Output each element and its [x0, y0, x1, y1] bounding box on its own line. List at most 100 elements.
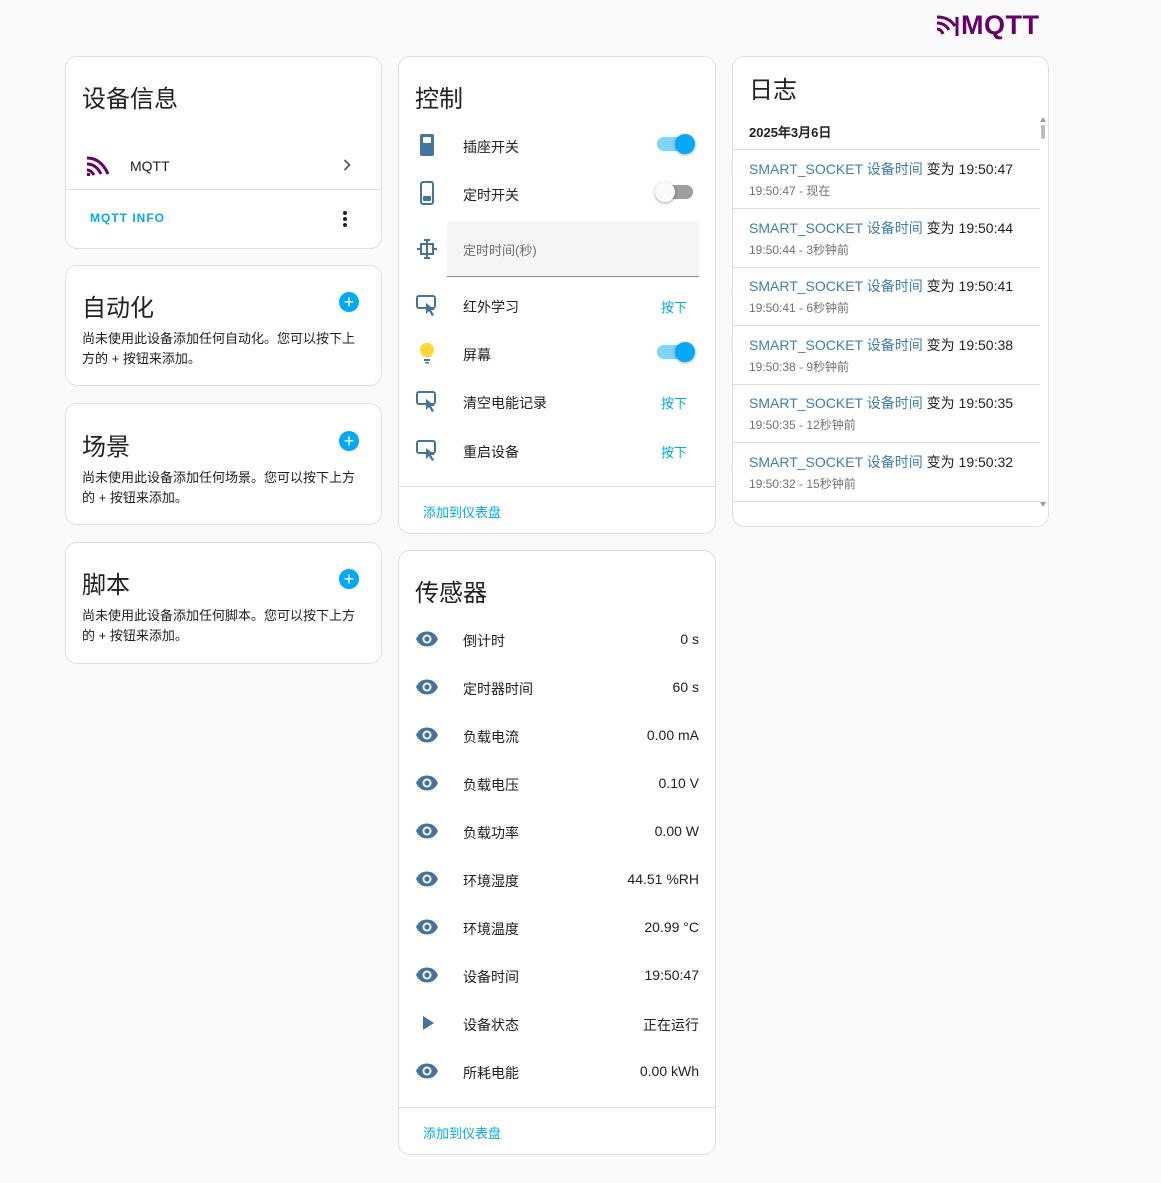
log-entry: SMART_SOCKET 设备时间 变为 19:50:35 19:50:35 - … [733, 384, 1040, 443]
control-name: 插座开关 [463, 139, 519, 155]
controls-title: 控制 [415, 86, 463, 113]
log-entity-link[interactable]: SMART_SOCKET 设备时间 [749, 220, 923, 236]
log-entry: SMART_SOCKET 设备时间 变为 19:50:47 19:50:47 - … [733, 150, 1040, 209]
controls-card: 控制 插座开关 定时开关 定时时间(秒) 红外学习 按下 屏幕 清空电能记录 按… [398, 56, 716, 534]
sensor-row[interactable]: 环境湿度 44.51 %RH [399, 859, 715, 899]
logbook-title: 日志 [749, 77, 797, 104]
ir-learn-press-button[interactable]: 按下 [661, 297, 687, 316]
add-scene-button[interactable]: + [339, 431, 359, 451]
automation-card: 自动化 + 尚未使用此设备添加任何自动化。您可以按下上方的 + 按钮来添加。 [65, 265, 382, 386]
sensor-row[interactable]: 所耗电能 0.00 kWh [399, 1051, 715, 1091]
add-automation-button[interactable]: + [339, 292, 359, 312]
log-change-text: 变为 19:50:41 [926, 278, 1014, 294]
control-row-socket-switch: 插座开关 [399, 125, 715, 165]
sensor-name: 设备时间 [463, 969, 519, 985]
log-entry: SMART_SOCKET 设备时间 变为 19:50:44 19:50:44 - … [733, 209, 1040, 268]
play-icon [423, 1016, 434, 1030]
log-entry-time: 19:50:47 - 现在 [749, 184, 831, 198]
sensor-value: 0.00 mA [646, 727, 699, 743]
sensor-name: 倒计时 [463, 633, 505, 649]
log-entry-message: SMART_SOCKET 设备时间 变为 19:50:32 [749, 452, 1013, 472]
toggle-knob [675, 134, 695, 154]
sensor-row[interactable]: 定时器时间 60 s [399, 667, 715, 707]
mqtt-info-button[interactable]: MQTT INFO [90, 211, 165, 225]
log-entity-link[interactable]: SMART_SOCKET 设备时间 [749, 454, 923, 470]
divider [66, 189, 381, 190]
log-entity-link[interactable]: SMART_SOCKET 设备时间 [749, 161, 923, 177]
socket-icon [420, 134, 434, 156]
sensor-name: 环境湿度 [463, 873, 519, 889]
eye-icon [416, 823, 438, 839]
sensor-value: 60 s [672, 679, 699, 695]
sensor-row[interactable]: 设备时间 19:50:47 [399, 955, 715, 995]
log-change-text: 变为 19:50:38 [926, 336, 1014, 353]
mqtt-logo: MQTT [935, 10, 1039, 41]
sensor-row[interactable]: 环境温度 20.99 °C [399, 907, 715, 947]
log-change-text: 变为 19:50:47 [926, 161, 1014, 177]
sensor-row[interactable]: 设备状态 正在运行 [399, 1003, 715, 1043]
sensor-value: 0.00 W [654, 823, 699, 839]
log-entity-link[interactable]: SMART_SOCKET 设备时间 [749, 395, 923, 411]
integration-row[interactable]: MQTT [66, 143, 381, 189]
log-entry-message: SMART_SOCKET 设备时间 变为 19:50:44 [749, 218, 1013, 238]
log-change-text: 变为 19:50:32 [926, 453, 1014, 470]
restart-press-button[interactable]: 按下 [661, 442, 687, 461]
sensor-value: 0.10 V [658, 775, 699, 791]
log-entry-time: 19:50:41 - 6秒钟前 [749, 301, 850, 315]
control-name: 重启设备 [463, 444, 519, 460]
log-entry: SMART_SOCKET 设备时间 变为 19:50:38 19:50:38 - … [733, 326, 1040, 385]
sensor-row[interactable]: 负载功率 0.00 W [399, 811, 715, 851]
control-name: 定时开关 [463, 187, 519, 203]
sensor-value: 19:50:47 [644, 967, 700, 983]
sensor-row[interactable]: 负载电流 0.00 mA [399, 715, 715, 755]
sensor-value: 20.99 °C [644, 919, 699, 935]
device-info-card: 设备信息 MQTT MQTT INFO [65, 56, 382, 249]
eye-icon [416, 967, 438, 983]
mqtt-brand-icon [936, 15, 959, 36]
scenes-description: 尚未使用此设备添加任何场景。您可以按下上方的 + 按钮来添加。 [82, 470, 356, 505]
log-entry: SMART_SOCKET 设备时间 变为 19:50:32 19:50:32 - … [733, 443, 1040, 502]
sensors-title: 传感器 [415, 580, 487, 607]
eye-icon [416, 631, 438, 647]
screen-toggle[interactable] [657, 342, 695, 362]
scripts-description: 尚未使用此设备添加任何脚本。您可以按下上方的 + 按钮来添加。 [82, 608, 356, 643]
add-script-button[interactable]: + [339, 569, 359, 589]
log-change-text: 变为 19:50:44 [926, 219, 1014, 236]
gesture-tap-button-icon [416, 440, 436, 461]
divider [733, 149, 1040, 150]
sensor-value: 44.51 %RH [627, 871, 699, 887]
timer-seconds-input[interactable]: 定时时间(秒) [447, 221, 699, 277]
log-entry: SMART_SOCKET 设备时间 变为 19:50:41 19:50:41 - … [733, 267, 1040, 326]
sensor-name: 负载电压 [463, 777, 519, 793]
log-entity-link[interactable]: SMART_SOCKET 设备时间 [749, 337, 923, 353]
sensors-card: 传感器 倒计时 0 s 定时器时间 60 s 负载电流 0.00 mA 负载电压 0.10 V… [398, 550, 716, 1155]
clear-energy-press-button[interactable]: 按下 [661, 393, 687, 412]
log-entry-message: SMART_SOCKET 设备时间 变为 19:50:47 [749, 159, 1013, 179]
log-entry-message: SMART_SOCKET 设备时间 变为 19:50:41 [749, 276, 1013, 296]
sensor-value: 0 s [680, 631, 699, 647]
sensor-name: 定时器时间 [463, 681, 533, 697]
timer-switch-toggle[interactable] [655, 182, 693, 202]
automation-description: 尚未使用此设备添加任何自动化。您可以按下上方的 + 按钮来添加。 [82, 331, 356, 366]
sensor-value: 正在运行 [643, 1017, 699, 1033]
toggle-knob [655, 182, 675, 202]
eye-icon [416, 727, 438, 743]
sensor-row[interactable]: 倒计时 0 s [399, 619, 715, 659]
divider [399, 1107, 715, 1108]
controls-add-to-dashboard[interactable]: 添加到仪表盘 [423, 502, 501, 521]
scripts-title: 脚本 [82, 572, 130, 599]
logbook-scrollbar[interactable] [1040, 117, 1046, 507]
logbook-date: 2025年3月6日 [749, 125, 832, 140]
more-vert-icon[interactable] [339, 207, 351, 231]
sensors-add-to-dashboard[interactable]: 添加到仪表盘 [423, 1123, 501, 1142]
socket-switch-toggle[interactable] [657, 134, 695, 154]
timer-seconds-placeholder: 定时时间(秒) [463, 243, 537, 258]
control-row-clear-energy: 清空电能记录 按下 [399, 381, 715, 421]
log-entry-message: SMART_SOCKET 设备时间 变为 19:50:35 [749, 393, 1013, 413]
sensor-value: 0.00 kWh [639, 1063, 699, 1079]
sensor-row[interactable]: 负载电压 0.10 V [399, 763, 715, 803]
lightbulb-icon [420, 343, 434, 364]
sensor-name: 负载功率 [463, 825, 519, 841]
log-change-text: 变为 19:50:35 [926, 395, 1014, 411]
log-entity-link[interactable]: SMART_SOCKET 设备时间 [749, 278, 923, 294]
